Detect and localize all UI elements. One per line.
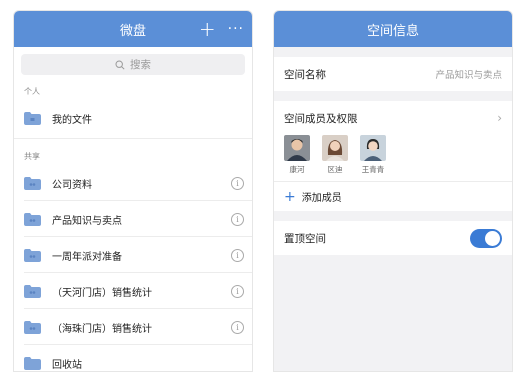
list-item[interactable]: （海珠门店）销售统计 i xyxy=(14,309,252,345)
list-item[interactable]: 我的文件 xyxy=(14,100,252,136)
info-icon[interactable]: i xyxy=(231,248,244,262)
add-member-label: 添加成员 xyxy=(301,193,342,204)
weipan-panel: 微盘 + ··· 搜索 个人 我的文件 共享 公司资料 i 产品知识与卖点 i xyxy=(13,10,253,372)
search-input[interactable]: 搜索 xyxy=(21,54,245,75)
shared-folder-icon xyxy=(24,284,41,298)
members-card: 空间成员及权限 › 康河 区迪 王青青 + 添加成员 xyxy=(274,101,512,211)
space-name-card: 空间名称 产品知识与卖点 xyxy=(274,57,512,91)
shared-folder-icon xyxy=(24,212,41,226)
member-name: 区迪 xyxy=(327,165,343,174)
page-title: 微盘 xyxy=(119,23,146,39)
section-label-personal: 个人 xyxy=(24,87,40,96)
list-item[interactable]: 一周年派对准备 i xyxy=(14,237,252,273)
recycle-folder-icon xyxy=(24,356,41,370)
list-item[interactable]: 公司资料 i xyxy=(14,165,252,201)
search-placeholder: 搜索 xyxy=(130,59,151,71)
space-name-value: 产品知识与卖点 xyxy=(435,70,502,81)
item-label: （天河门店）销售统计 xyxy=(52,287,152,299)
member-item[interactable]: 王青青 xyxy=(360,135,386,175)
pin-toggle[interactable] xyxy=(470,228,502,248)
item-label: 公司资料 xyxy=(52,179,92,191)
members-label: 空间成员及权限 xyxy=(284,112,358,125)
members-permissions-row[interactable]: 空间成员及权限 › xyxy=(274,101,512,135)
avatar xyxy=(322,135,348,161)
search-icon xyxy=(115,59,125,70)
chevron-right-icon: › xyxy=(497,111,502,125)
item-label: 产品知识与卖点 xyxy=(52,215,122,227)
space-name-label: 空间名称 xyxy=(284,68,326,81)
list-item-recycle[interactable]: 回收站 xyxy=(14,345,252,371)
info-icon[interactable]: i xyxy=(231,176,244,190)
pin-space-row: 置顶空间 xyxy=(274,221,512,255)
member-item[interactable]: 区迪 xyxy=(322,135,348,175)
space-info-panel: 空间信息 空间名称 产品知识与卖点 空间成员及权限 › 康河 区迪 王青青 + … xyxy=(273,10,513,372)
member-list: 康河 区迪 王青青 xyxy=(274,135,512,181)
toggle-knob xyxy=(485,230,500,246)
item-label: （海珠门店）销售统计 xyxy=(52,323,152,335)
pin-card: 置顶空间 xyxy=(274,221,512,255)
pin-label: 置顶空间 xyxy=(284,232,326,245)
list-item[interactable]: （天河门店）销售统计 i xyxy=(14,273,252,309)
item-label: 我的文件 xyxy=(52,114,92,126)
page-title: 空间信息 xyxy=(366,23,419,39)
avatar xyxy=(360,135,386,161)
info-icon[interactable]: i xyxy=(231,320,244,334)
space-name-row[interactable]: 空间名称 产品知识与卖点 xyxy=(274,57,512,91)
member-name: 王青青 xyxy=(361,165,385,174)
shared-folder-icon xyxy=(24,176,41,190)
folder-icon xyxy=(24,111,41,125)
item-label: 一周年派对准备 xyxy=(52,251,122,263)
avatar xyxy=(284,135,310,161)
info-icon[interactable]: i xyxy=(231,212,244,226)
member-name: 康河 xyxy=(289,165,305,174)
member-item[interactable]: 康河 xyxy=(284,135,310,175)
more-icon[interactable]: ··· xyxy=(228,21,244,37)
plus-icon: + xyxy=(284,188,296,205)
top-bar: 空间信息 xyxy=(274,11,512,47)
item-label: 回收站 xyxy=(52,359,82,371)
list-item[interactable]: 产品知识与卖点 i xyxy=(14,201,252,237)
info-icon[interactable]: i xyxy=(231,284,244,298)
top-bar: 微盘 + ··· xyxy=(14,11,252,47)
add-icon[interactable]: + xyxy=(199,19,216,39)
section-label-shared: 共享 xyxy=(14,138,252,165)
add-member-button[interactable]: + 添加成员 xyxy=(274,181,512,211)
shared-folder-icon xyxy=(24,320,41,334)
shared-folder-icon xyxy=(24,248,41,262)
